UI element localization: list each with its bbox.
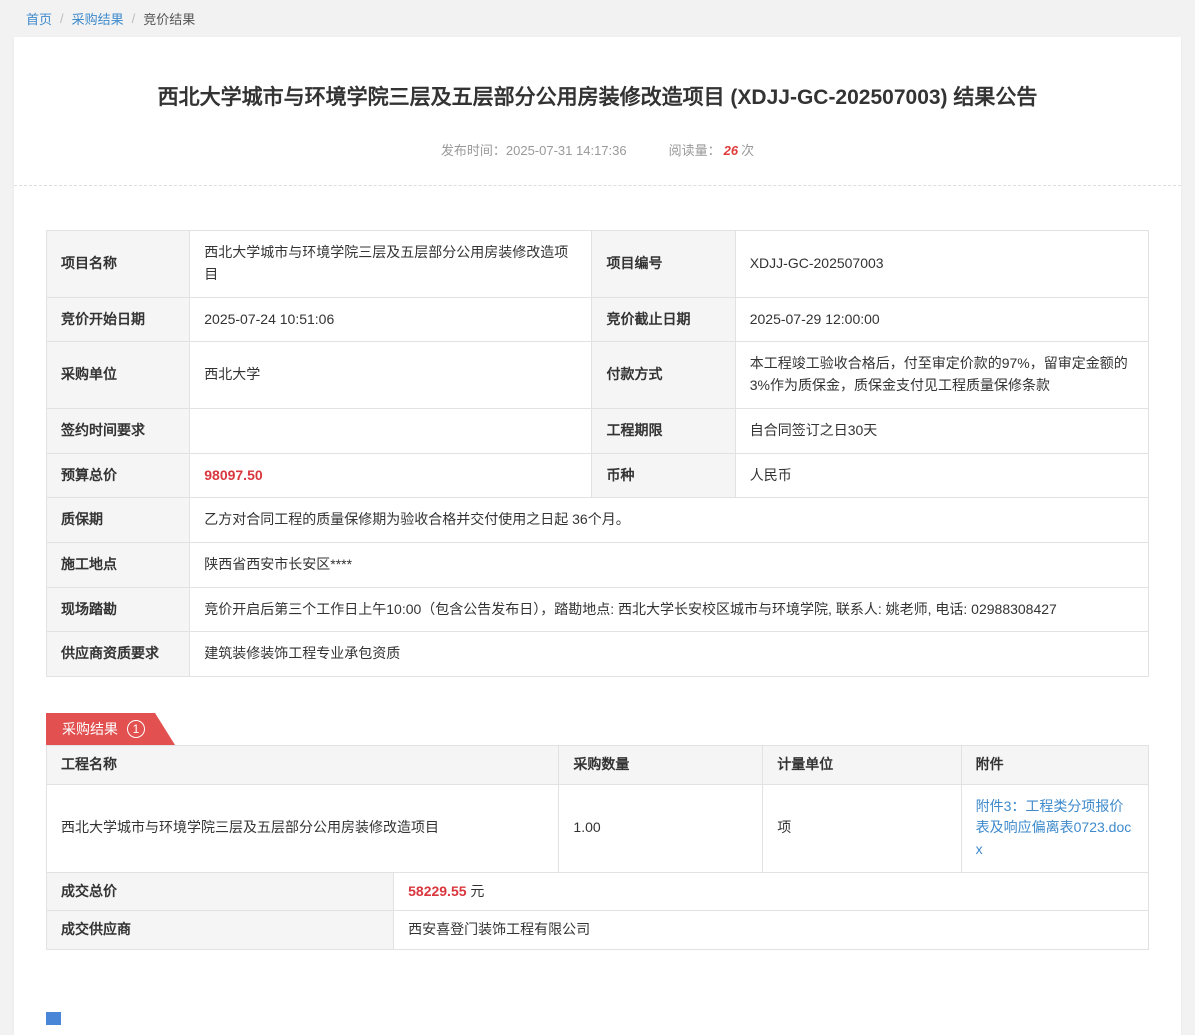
breadcrumb: 首页 / 采购结果 / 竞价结果: [0, 0, 1195, 37]
read-count-label: 阅读量：: [669, 143, 721, 158]
detail-label: 现场踏勘: [47, 587, 190, 632]
result-unit: 项: [763, 784, 961, 872]
column-header-attachment: 附件: [961, 745, 1148, 784]
publish-time-value: 2025-07-31 14:17:36: [506, 143, 627, 158]
footer-blue-chip: [46, 1012, 61, 1025]
detail-label: 采购单位: [47, 342, 190, 408]
publish-meta: 发布时间：2025-07-31 14:17:36 阅读量：26次: [14, 140, 1181, 159]
detail-label: 付款方式: [592, 342, 735, 408]
detail-value: 自合同签订之日30天: [735, 408, 1148, 453]
detail-value: 2025-07-24 10:51:06: [190, 297, 592, 342]
deal-total-label: 成交总价: [47, 872, 394, 911]
table-row: 竞价开始日期 2025-07-24 10:51:06 竞价截止日期 2025-0…: [47, 297, 1149, 342]
table-row: 施工地点 陕西省西安市长安区****: [47, 542, 1149, 587]
detail-value: 本工程竣工验收合格后，付至审定价款的97%，留审定金额的3%作为质保金，质保金支…: [735, 342, 1148, 408]
dashed-divider: [14, 185, 1181, 186]
detail-label: 质保期: [47, 498, 190, 543]
detail-label: 项目编号: [592, 231, 735, 297]
breadcrumb-separator: /: [132, 11, 136, 26]
table-row: 项目名称 西北大学城市与环境学院三层及五层部分公用房装修改造项目 项目编号 XD…: [47, 231, 1149, 297]
deal-total-cell: 58229.55 元: [394, 872, 1149, 911]
detail-label: 竞价截止日期: [592, 297, 735, 342]
deal-total-unit: 元: [470, 883, 484, 899]
table-row: 成交供应商 西安喜登门装饰工程有限公司: [47, 911, 1149, 950]
detail-value: 人民币: [735, 453, 1148, 498]
column-header-project-name: 工程名称: [47, 745, 559, 784]
budget-total-value: 98097.50: [190, 453, 592, 498]
detail-label: 币种: [592, 453, 735, 498]
table-row: 质保期 乙方对合同工程的质量保修期为验收合格并交付使用之日起 36个月。: [47, 498, 1149, 543]
project-details-table: 项目名称 西北大学城市与环境学院三层及五层部分公用房装修改造项目 项目编号 XD…: [46, 230, 1149, 677]
detail-value: XDJJ-GC-202507003: [735, 231, 1148, 297]
detail-value: 陕西省西安市长安区****: [190, 542, 1149, 587]
read-count-unit: 次: [741, 143, 754, 158]
procurement-result-table: 工程名称 采购数量 计量单位 附件 西北大学城市与环境学院三层及五层部分公用房装…: [46, 745, 1149, 873]
column-header-unit: 计量单位: [763, 745, 961, 784]
detail-label: 签约时间要求: [47, 408, 190, 453]
table-row: 采购单位 西北大学 付款方式 本工程竣工验收合格后，付至审定价款的97%，留审定…: [47, 342, 1149, 408]
table-row: 供应商资质要求 建筑装修装饰工程专业承包资质: [47, 632, 1149, 677]
detail-label: 项目名称: [47, 231, 190, 297]
breadcrumb-home-link[interactable]: 首页: [26, 9, 52, 28]
read-count-value: 26: [724, 143, 738, 158]
detail-label: 供应商资质要求: [47, 632, 190, 677]
procurement-result-badge: 采购结果 1: [46, 713, 175, 745]
procurement-result-count-badge: 1: [127, 720, 145, 738]
publish-time-label: 发布时间：: [441, 143, 506, 158]
procurement-result-section-header: 采购结果 1: [46, 713, 1149, 745]
result-project-name: 西北大学城市与环境学院三层及五层部分公用房装修改造项目: [47, 784, 559, 872]
table-header-row: 工程名称 采购数量 计量单位 附件: [47, 745, 1149, 784]
detail-value: 建筑装修装饰工程专业承包资质: [190, 632, 1149, 677]
breadcrumb-current-page: 竞价结果: [143, 9, 195, 28]
detail-value: 西北大学城市与环境学院三层及五层部分公用房装修改造项目: [190, 231, 592, 297]
column-header-quantity: 采购数量: [559, 745, 763, 784]
attachment-link[interactable]: 附件3：工程类分项报价表及响应偏离表0723.docx: [976, 798, 1132, 857]
procurement-result-badge-label: 采购结果: [62, 719, 118, 739]
detail-label: 施工地点: [47, 542, 190, 587]
breadcrumb-separator: /: [60, 11, 64, 26]
detail-value: [190, 408, 592, 453]
detail-label: 预算总价: [47, 453, 190, 498]
result-quantity: 1.00: [559, 784, 763, 872]
table-row: 现场踏勘 竞价开启后第三个工作日上午10:00（包含公告发布日），踏勘地点: 西…: [47, 587, 1149, 632]
deal-total-value: 58229.55: [408, 883, 466, 899]
detail-value: 竞价开启后第三个工作日上午10:00（包含公告发布日），踏勘地点: 西北大学长安…: [190, 587, 1149, 632]
table-row: 成交总价 58229.55 元: [47, 872, 1149, 911]
deal-supplier-label: 成交供应商: [47, 911, 394, 950]
detail-value: 2025-07-29 12:00:00: [735, 297, 1148, 342]
detail-value: 西北大学: [190, 342, 592, 408]
result-attachment-cell: 附件3：工程类分项报价表及响应偏离表0723.docx: [961, 784, 1148, 872]
table-row: 西北大学城市与环境学院三层及五层部分公用房装修改造项目 1.00 项 附件3：工…: [47, 784, 1149, 872]
table-row: 签约时间要求 工程期限 自合同签订之日30天: [47, 408, 1149, 453]
detail-label: 工程期限: [592, 408, 735, 453]
detail-value: 乙方对合同工程的质量保修期为验收合格并交付使用之日起 36个月。: [190, 498, 1149, 543]
table-row: 预算总价 98097.50 币种 人民币: [47, 453, 1149, 498]
page-title: 西北大学城市与环境学院三层及五层部分公用房装修改造项目 (XDJJ-GC-202…: [14, 37, 1181, 112]
announcement-card: 西北大学城市与环境学院三层及五层部分公用房装修改造项目 (XDJJ-GC-202…: [14, 37, 1181, 1035]
detail-label: 竞价开始日期: [47, 297, 190, 342]
deal-supplier-value: 西安喜登门装饰工程有限公司: [394, 911, 1149, 950]
breadcrumb-procurement-results-link[interactable]: 采购结果: [72, 9, 124, 28]
deal-summary-table: 成交总价 58229.55 元 成交供应商 西安喜登门装饰工程有限公司: [46, 872, 1149, 950]
